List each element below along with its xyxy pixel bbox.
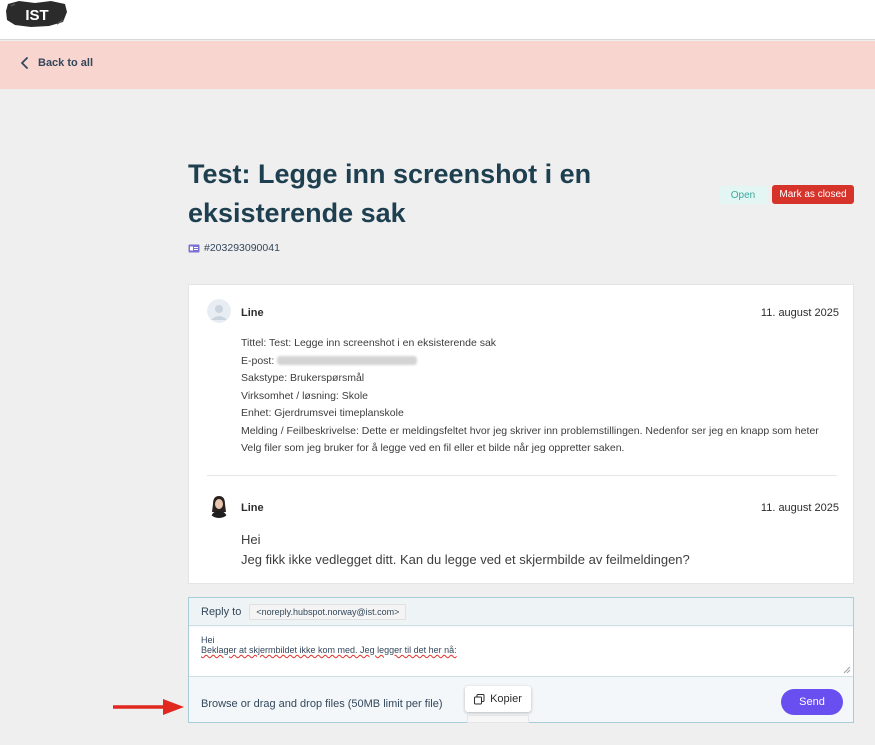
ticket-id: #203293090041 bbox=[188, 242, 280, 254]
field-email: E-post: bbox=[241, 353, 841, 371]
message-author: Line bbox=[241, 502, 264, 514]
message-line: Jeg fikk ikke vedlegget ditt. Kan du leg… bbox=[241, 552, 690, 567]
copy-icon bbox=[474, 693, 485, 704]
field-unit: Enhet: Gjerdrumsvei timeplanskole bbox=[241, 407, 404, 419]
reply-line: Hei bbox=[201, 635, 215, 645]
reply-box: Reply to <noreply.hubspot.norway@ist.com… bbox=[188, 597, 854, 723]
ticket-title: Test: Legge inn screenshot i en eksister… bbox=[188, 159, 592, 228]
message-author: Line bbox=[241, 307, 264, 319]
default-avatar-icon bbox=[207, 299, 231, 323]
browse-files-link[interactable]: Browse or drag and drop files (50MB limi… bbox=[201, 698, 442, 710]
status-badge: Open bbox=[719, 186, 767, 204]
field-title: Tittel: Test: Legge inn screenshot i en … bbox=[241, 337, 497, 349]
message-body: Tittel: Test: Legge inn screenshot i en … bbox=[241, 335, 841, 458]
message-line: Hei bbox=[241, 532, 261, 547]
message-thread: Line 11. august 2025 Tittel: Test: Legge… bbox=[188, 284, 854, 584]
send-button[interactable]: Send bbox=[781, 689, 843, 715]
field-message: Melding / Feilbeskrivelse: Dette er meld… bbox=[241, 424, 819, 455]
back-label: Back to all bbox=[38, 57, 94, 69]
reply-to-email: <noreply.hubspot.norway@ist.com> bbox=[249, 603, 407, 620]
field-business: Virksomhet / løsning: Skole bbox=[241, 389, 369, 402]
chevron-left-icon bbox=[21, 57, 28, 69]
red-arrow-annotation bbox=[113, 699, 184, 715]
mark-as-closed-button[interactable]: Mark as closed bbox=[772, 185, 854, 204]
avatar bbox=[207, 299, 231, 323]
back-bar: Back to all bbox=[0, 41, 875, 89]
reply-line: Beklager at skjermbildet ikke kom med. J… bbox=[201, 645, 457, 655]
id-card-icon bbox=[188, 244, 200, 252]
avatar bbox=[207, 494, 231, 518]
copy-button[interactable]: Kopier bbox=[465, 686, 531, 712]
logo-text: IST bbox=[25, 7, 48, 24]
field-email-label: E-post: bbox=[241, 354, 275, 367]
copy-label: Kopier bbox=[490, 693, 522, 705]
message-body: Hei Jeg fikk ikke vedlegget ditt. Kan du… bbox=[241, 530, 841, 570]
user-photo-avatar bbox=[207, 494, 231, 518]
reply-to-label: Reply to bbox=[201, 605, 242, 618]
message-date: 11. august 2025 bbox=[760, 307, 839, 319]
redacted-email bbox=[277, 356, 418, 366]
reply-footer: Browse or drag and drop files (50MB limi… bbox=[189, 678, 853, 723]
ticket-id-value: #203293090041 bbox=[204, 242, 280, 254]
popup-shadow bbox=[467, 715, 529, 723]
top-bar: IST bbox=[0, 0, 875, 40]
message-divider bbox=[207, 475, 837, 476]
ist-logo[interactable]: IST bbox=[5, 0, 69, 28]
field-case-type: Sakstype: Brukerspørsmål bbox=[241, 372, 365, 384]
resize-handle-icon[interactable] bbox=[843, 666, 851, 674]
back-to-all-link[interactable]: Back to all bbox=[20, 57, 93, 69]
reply-to-row: Reply to <noreply.hubspot.norway@ist.com… bbox=[189, 598, 853, 626]
message-date: 11. august 2025 bbox=[760, 502, 839, 514]
reply-textarea[interactable]: Hei Beklager at skjermbildet ikke kom me… bbox=[189, 627, 853, 677]
